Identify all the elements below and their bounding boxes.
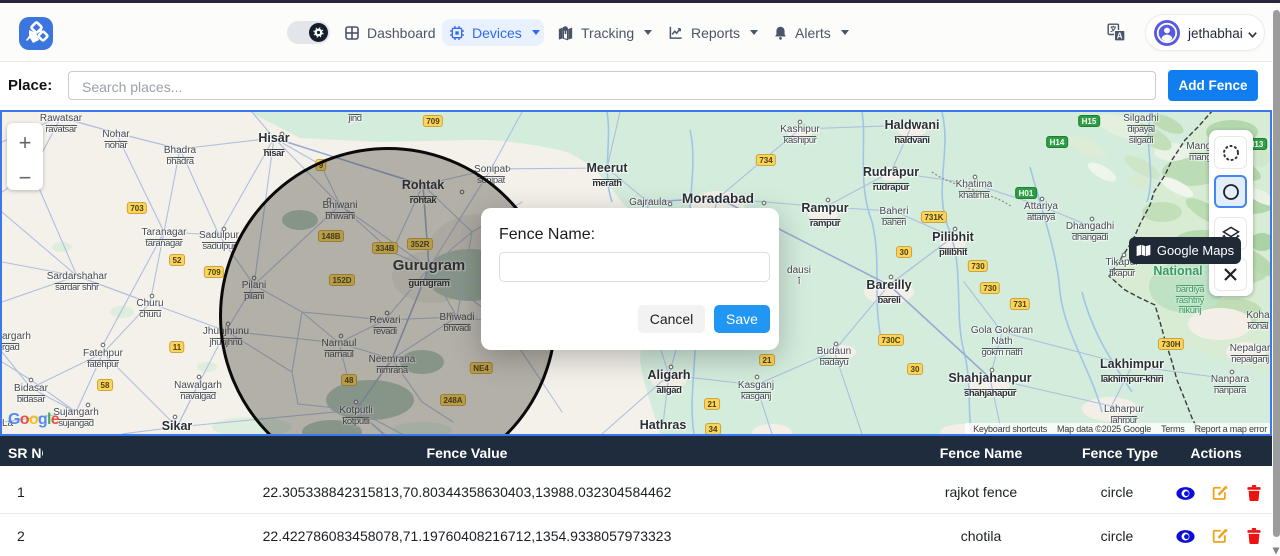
svg-text:A: A bbox=[1117, 31, 1123, 40]
